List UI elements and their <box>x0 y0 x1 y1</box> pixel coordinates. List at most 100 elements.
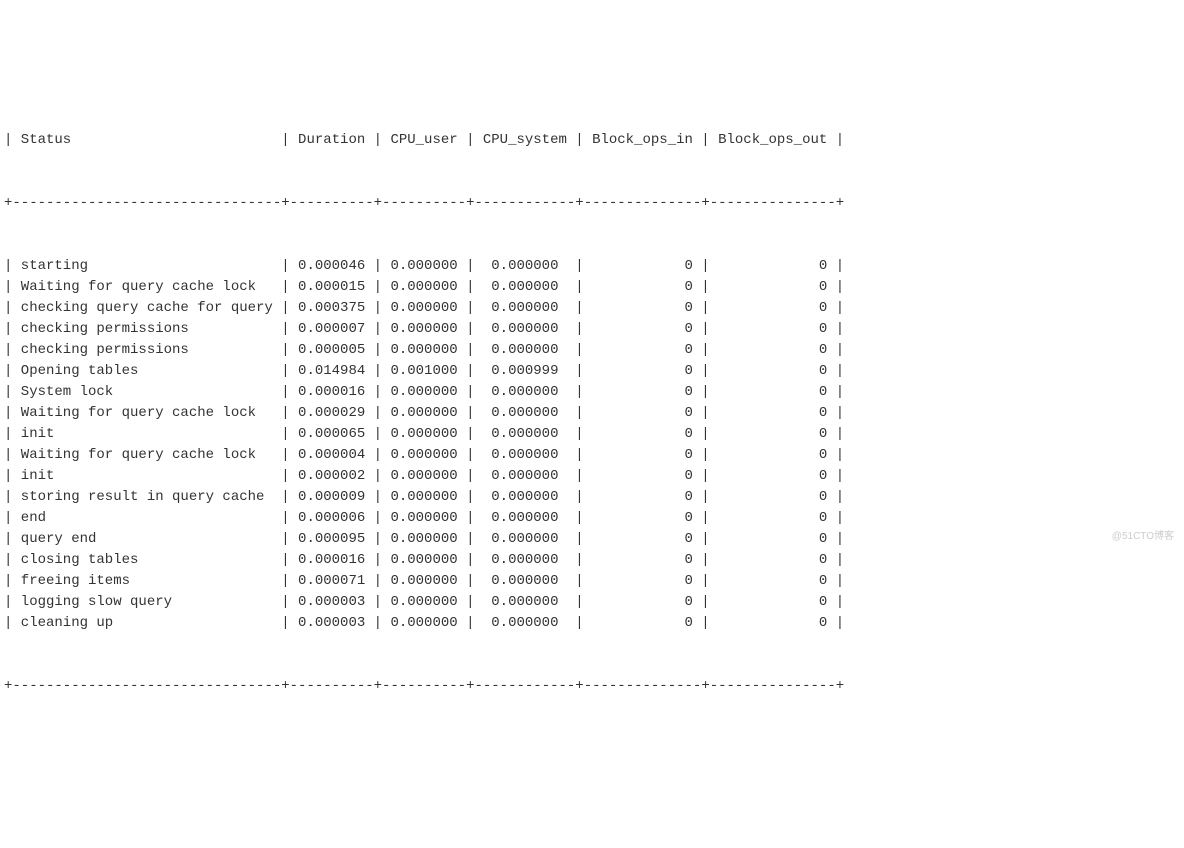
column-separator: | <box>4 571 12 592</box>
cell-block-ops-out: 0 <box>710 466 836 487</box>
column-separator: | <box>575 445 583 466</box>
column-separator: | <box>281 508 289 529</box>
cell-cpu-user: 0.000000 <box>382 382 466 403</box>
header-cpu-user: CPU_user <box>382 130 466 151</box>
column-separator: | <box>575 571 583 592</box>
column-separator: | <box>575 403 583 424</box>
table-divider: +--------------------------------+------… <box>4 676 1180 697</box>
table-row: |storing result in query cache|0.000009|… <box>4 487 1180 508</box>
column-separator: | <box>4 592 12 613</box>
cell-block-ops-in: 0 <box>584 466 702 487</box>
table-row: |System lock|0.000016|0.000000|0.000000|… <box>4 382 1180 403</box>
cell-status: freeing items <box>12 571 281 592</box>
table-row: |logging slow query|0.000003|0.000000|0.… <box>4 592 1180 613</box>
cell-status: checking permissions <box>12 340 281 361</box>
cell-cpu-user: 0.000000 <box>382 550 466 571</box>
column-separator: | <box>575 529 583 550</box>
column-separator: | <box>836 424 844 445</box>
cell-duration: 0.000016 <box>290 550 374 571</box>
cell-block-ops-out: 0 <box>710 319 836 340</box>
header-status: Status <box>12 130 281 151</box>
table-row: |checking permissions|0.000005|0.000000|… <box>4 340 1180 361</box>
cell-status: Waiting for query cache lock <box>12 403 281 424</box>
column-separator: | <box>836 298 844 319</box>
cell-block-ops-in: 0 <box>584 340 702 361</box>
column-separator: | <box>374 256 382 277</box>
cell-block-ops-in: 0 <box>584 403 702 424</box>
column-separator: | <box>575 382 583 403</box>
column-separator: | <box>701 445 709 466</box>
column-separator: | <box>575 487 583 508</box>
column-separator: | <box>374 592 382 613</box>
column-separator: | <box>4 382 12 403</box>
column-separator: | <box>466 382 474 403</box>
column-separator: | <box>281 529 289 550</box>
column-separator: | <box>836 277 844 298</box>
column-separator: | <box>466 445 474 466</box>
cell-block-ops-out: 0 <box>710 550 836 571</box>
column-separator: | <box>281 445 289 466</box>
table-row: |Waiting for query cache lock|0.000004|0… <box>4 445 1180 466</box>
cell-block-ops-out: 0 <box>710 277 836 298</box>
cell-cpu-system: 0.000000 <box>474 445 575 466</box>
column-separator: | <box>701 130 709 151</box>
cell-block-ops-in: 0 <box>584 508 702 529</box>
cell-cpu-system: 0.000000 <box>474 508 575 529</box>
cell-status: Waiting for query cache lock <box>12 445 281 466</box>
column-separator: | <box>836 487 844 508</box>
cell-block-ops-in: 0 <box>584 613 702 634</box>
column-separator: | <box>281 403 289 424</box>
cell-cpu-user: 0.000000 <box>382 508 466 529</box>
column-separator: | <box>575 466 583 487</box>
cell-cpu-user: 0.000000 <box>382 319 466 340</box>
cell-cpu-user: 0.000000 <box>382 277 466 298</box>
column-separator: | <box>836 403 844 424</box>
column-separator: | <box>836 466 844 487</box>
cell-duration: 0.000004 <box>290 445 374 466</box>
column-separator: | <box>4 424 12 445</box>
cell-cpu-system: 0.000000 <box>474 466 575 487</box>
cell-block-ops-out: 0 <box>710 592 836 613</box>
cell-cpu-system: 0.000000 <box>474 340 575 361</box>
column-separator: | <box>466 340 474 361</box>
column-separator: | <box>836 529 844 550</box>
table-row: |freeing items|0.000071|0.000000|0.00000… <box>4 571 1180 592</box>
column-separator: | <box>575 361 583 382</box>
column-separator: | <box>281 613 289 634</box>
cell-block-ops-in: 0 <box>584 445 702 466</box>
cell-block-ops-out: 0 <box>710 403 836 424</box>
cell-block-ops-in: 0 <box>584 529 702 550</box>
cell-cpu-system: 0.000000 <box>474 256 575 277</box>
column-separator: | <box>701 424 709 445</box>
table-row: |closing tables|0.000016|0.000000|0.0000… <box>4 550 1180 571</box>
column-separator: | <box>466 550 474 571</box>
column-separator: | <box>466 592 474 613</box>
column-separator: | <box>701 277 709 298</box>
column-separator: | <box>701 550 709 571</box>
column-separator: | <box>374 403 382 424</box>
cell-block-ops-in: 0 <box>584 361 702 382</box>
column-separator: | <box>281 382 289 403</box>
column-separator: | <box>836 319 844 340</box>
column-separator: | <box>701 298 709 319</box>
cell-status: logging slow query <box>12 592 281 613</box>
column-separator: | <box>4 319 12 340</box>
cell-cpu-system: 0.000000 <box>474 298 575 319</box>
cell-duration: 0.000005 <box>290 340 374 361</box>
column-separator: | <box>4 487 12 508</box>
column-separator: | <box>575 550 583 571</box>
cell-block-ops-in: 0 <box>584 424 702 445</box>
cell-duration: 0.000009 <box>290 487 374 508</box>
column-separator: | <box>466 403 474 424</box>
cell-cpu-user: 0.000000 <box>382 613 466 634</box>
column-separator: | <box>466 466 474 487</box>
column-separator: | <box>466 361 474 382</box>
cell-block-ops-out: 0 <box>710 508 836 529</box>
cell-cpu-user: 0.000000 <box>382 466 466 487</box>
column-separator: | <box>374 550 382 571</box>
column-separator: | <box>281 340 289 361</box>
cell-block-ops-out: 0 <box>710 298 836 319</box>
cell-cpu-user: 0.000000 <box>382 445 466 466</box>
column-separator: | <box>575 319 583 340</box>
column-separator: | <box>701 319 709 340</box>
